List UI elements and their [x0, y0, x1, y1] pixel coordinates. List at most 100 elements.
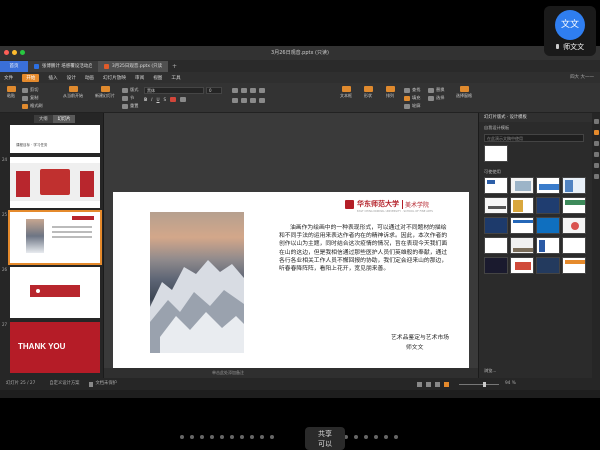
layout-button[interactable]: 版式: [122, 87, 138, 93]
account-label[interactable]: 四大 大一一: [570, 74, 594, 80]
selection-pane-button[interactable]: 选择窗格: [452, 86, 476, 99]
page-dot[interactable]: [200, 435, 204, 439]
page-dot[interactable]: [220, 435, 224, 439]
current-template-thumb[interactable]: [484, 145, 508, 162]
screen-share-control[interactable]: 共享 可以: [305, 427, 345, 450]
settings-pane-icon[interactable]: [593, 174, 599, 179]
property-pane-icon[interactable]: [593, 152, 599, 157]
highlight-icon[interactable]: [180, 97, 187, 102]
normal-view-icon[interactable]: [416, 381, 422, 387]
template-thumb-5[interactable]: [484, 197, 508, 214]
template-thumb-12[interactable]: [562, 217, 586, 234]
play-from-current-button[interactable]: 从当前开始: [58, 86, 88, 99]
new-tab-button[interactable]: +: [168, 61, 181, 72]
zoom-level[interactable]: 94 %: [505, 378, 516, 390]
italic-icon[interactable]: I: [151, 97, 152, 102]
numbered-list-icon[interactable]: [241, 88, 247, 93]
participant-video-tile[interactable]: 文文 师文文: [544, 6, 596, 56]
indent-icon[interactable]: [250, 88, 256, 93]
close-window-icon[interactable]: [4, 50, 9, 55]
template-thumb-3[interactable]: [536, 177, 560, 194]
paste-button[interactable]: 粘贴: [3, 86, 19, 99]
template-thumb-15[interactable]: [536, 237, 560, 254]
slide-thumbnail-23[interactable]: 课程目标 · 学习任务: [10, 125, 100, 153]
template-thumb-6[interactable]: [510, 197, 534, 214]
play-slideshow-icon[interactable]: [443, 381, 449, 387]
menu-animation[interactable]: 动画: [85, 75, 94, 81]
align-center-icon[interactable]: [241, 98, 247, 103]
browse-templates-link[interactable]: 浏览...: [484, 368, 496, 374]
theme-name[interactable]: 自定义设计方案: [49, 378, 79, 390]
page-dot[interactable]: [394, 435, 398, 439]
page-dot[interactable]: [230, 435, 234, 439]
menu-design[interactable]: 设计: [67, 75, 76, 81]
mountain-painting[interactable]: [150, 212, 244, 353]
reading-view-icon[interactable]: [434, 381, 440, 387]
template-thumb-11[interactable]: [536, 217, 560, 234]
reset-button[interactable]: 重置: [122, 103, 138, 109]
tab-home[interactable]: 首页: [0, 61, 28, 72]
page-dot[interactable]: [384, 435, 388, 439]
sorter-view-icon[interactable]: [425, 381, 431, 387]
page-dot[interactable]: [250, 435, 254, 439]
format-painter-button[interactable]: 格式刷: [22, 103, 43, 109]
template-thumb-7[interactable]: [536, 197, 560, 214]
tab-document-2[interactable]: 3月25日观音.pptx (只读): [98, 61, 168, 72]
align-left-icon[interactable]: [232, 98, 238, 103]
copy-button[interactable]: 复制: [22, 95, 38, 101]
slide-thumbnail-26[interactable]: [10, 267, 100, 318]
slide-thumbnail-24[interactable]: [10, 157, 100, 208]
template-thumb-16[interactable]: [562, 237, 586, 254]
maximize-window-icon[interactable]: [20, 50, 25, 55]
font-family-select[interactable]: 黑体: [144, 87, 204, 94]
template-thumb-1[interactable]: [484, 177, 508, 194]
zoom-slider[interactable]: [458, 381, 499, 387]
slides-view-tab[interactable]: 幻灯片: [52, 115, 76, 123]
page-dot[interactable]: [210, 435, 214, 439]
page-dot[interactable]: [180, 435, 184, 439]
paragraph-buttons[interactable]: [232, 88, 265, 93]
slide-thumbnail-25[interactable]: [8, 210, 102, 265]
template-thumb-19[interactable]: [536, 257, 560, 274]
minimize-window-icon[interactable]: [12, 50, 17, 55]
template-thumb-13[interactable]: [484, 237, 508, 254]
layout-pane-icon[interactable]: [593, 119, 599, 124]
select-button[interactable]: 选择: [428, 95, 444, 101]
slide-author-name[interactable]: 师文文: [406, 342, 423, 351]
menu-insert[interactable]: 插入: [48, 75, 57, 81]
menu-slideshow[interactable]: 幻灯片放映: [103, 75, 126, 81]
template-pane-icon[interactable]: [593, 130, 599, 135]
outline-button[interactable]: 轮廓: [404, 103, 420, 109]
template-thumb-2[interactable]: [510, 177, 534, 194]
find-button[interactable]: 查找: [404, 87, 420, 93]
underline-icon[interactable]: U: [156, 97, 159, 102]
template-scope[interactable]: 在此演示文稿中使用: [484, 134, 584, 142]
template-thumb-18[interactable]: [510, 257, 534, 274]
fill-button[interactable]: 填充: [404, 95, 420, 101]
template-thumb-8[interactable]: [562, 197, 586, 214]
line-spacing-icon[interactable]: [259, 88, 265, 93]
menu-home[interactable]: 开始: [22, 73, 40, 82]
slide-body-text[interactable]: 油画作为绘画中的一种表现形式，可以通过对不同题材的描绘和不同手法的运用来表达作者…: [279, 224, 451, 273]
font-color-icon[interactable]: [170, 97, 177, 102]
menu-file[interactable]: 文件: [4, 75, 13, 81]
page-dot[interactable]: [354, 435, 358, 439]
template-thumb-9[interactable]: [484, 217, 508, 234]
slide-editor-canvas[interactable]: 华东师范大学 美术学院 EAST CHINA NORMAL UNIVERSITY…: [104, 113, 478, 385]
replace-button[interactable]: 替换: [428, 87, 444, 93]
outline-view-tab[interactable]: 大纲: [34, 115, 53, 123]
page-dot[interactable]: [270, 435, 274, 439]
tab-document-1[interactable]: 张博鹏计 培感覆设活动启…: [28, 61, 98, 72]
slide-course-name[interactable]: 艺术品鉴定与艺术市场: [391, 332, 449, 341]
menu-review[interactable]: 审阅: [135, 75, 144, 81]
page-dot[interactable]: [260, 435, 264, 439]
strikethrough-icon[interactable]: S: [164, 97, 167, 102]
textbox-button[interactable]: 文本框: [336, 86, 356, 99]
template-thumb-14[interactable]: [510, 237, 534, 254]
page-dot[interactable]: [364, 435, 368, 439]
font-size-select[interactable]: 0: [206, 87, 222, 94]
text-format-buttons[interactable]: B I U S: [144, 97, 187, 102]
justify-icon[interactable]: [259, 98, 265, 103]
page-dot[interactable]: [190, 435, 194, 439]
template-thumb-20[interactable]: [562, 257, 586, 274]
